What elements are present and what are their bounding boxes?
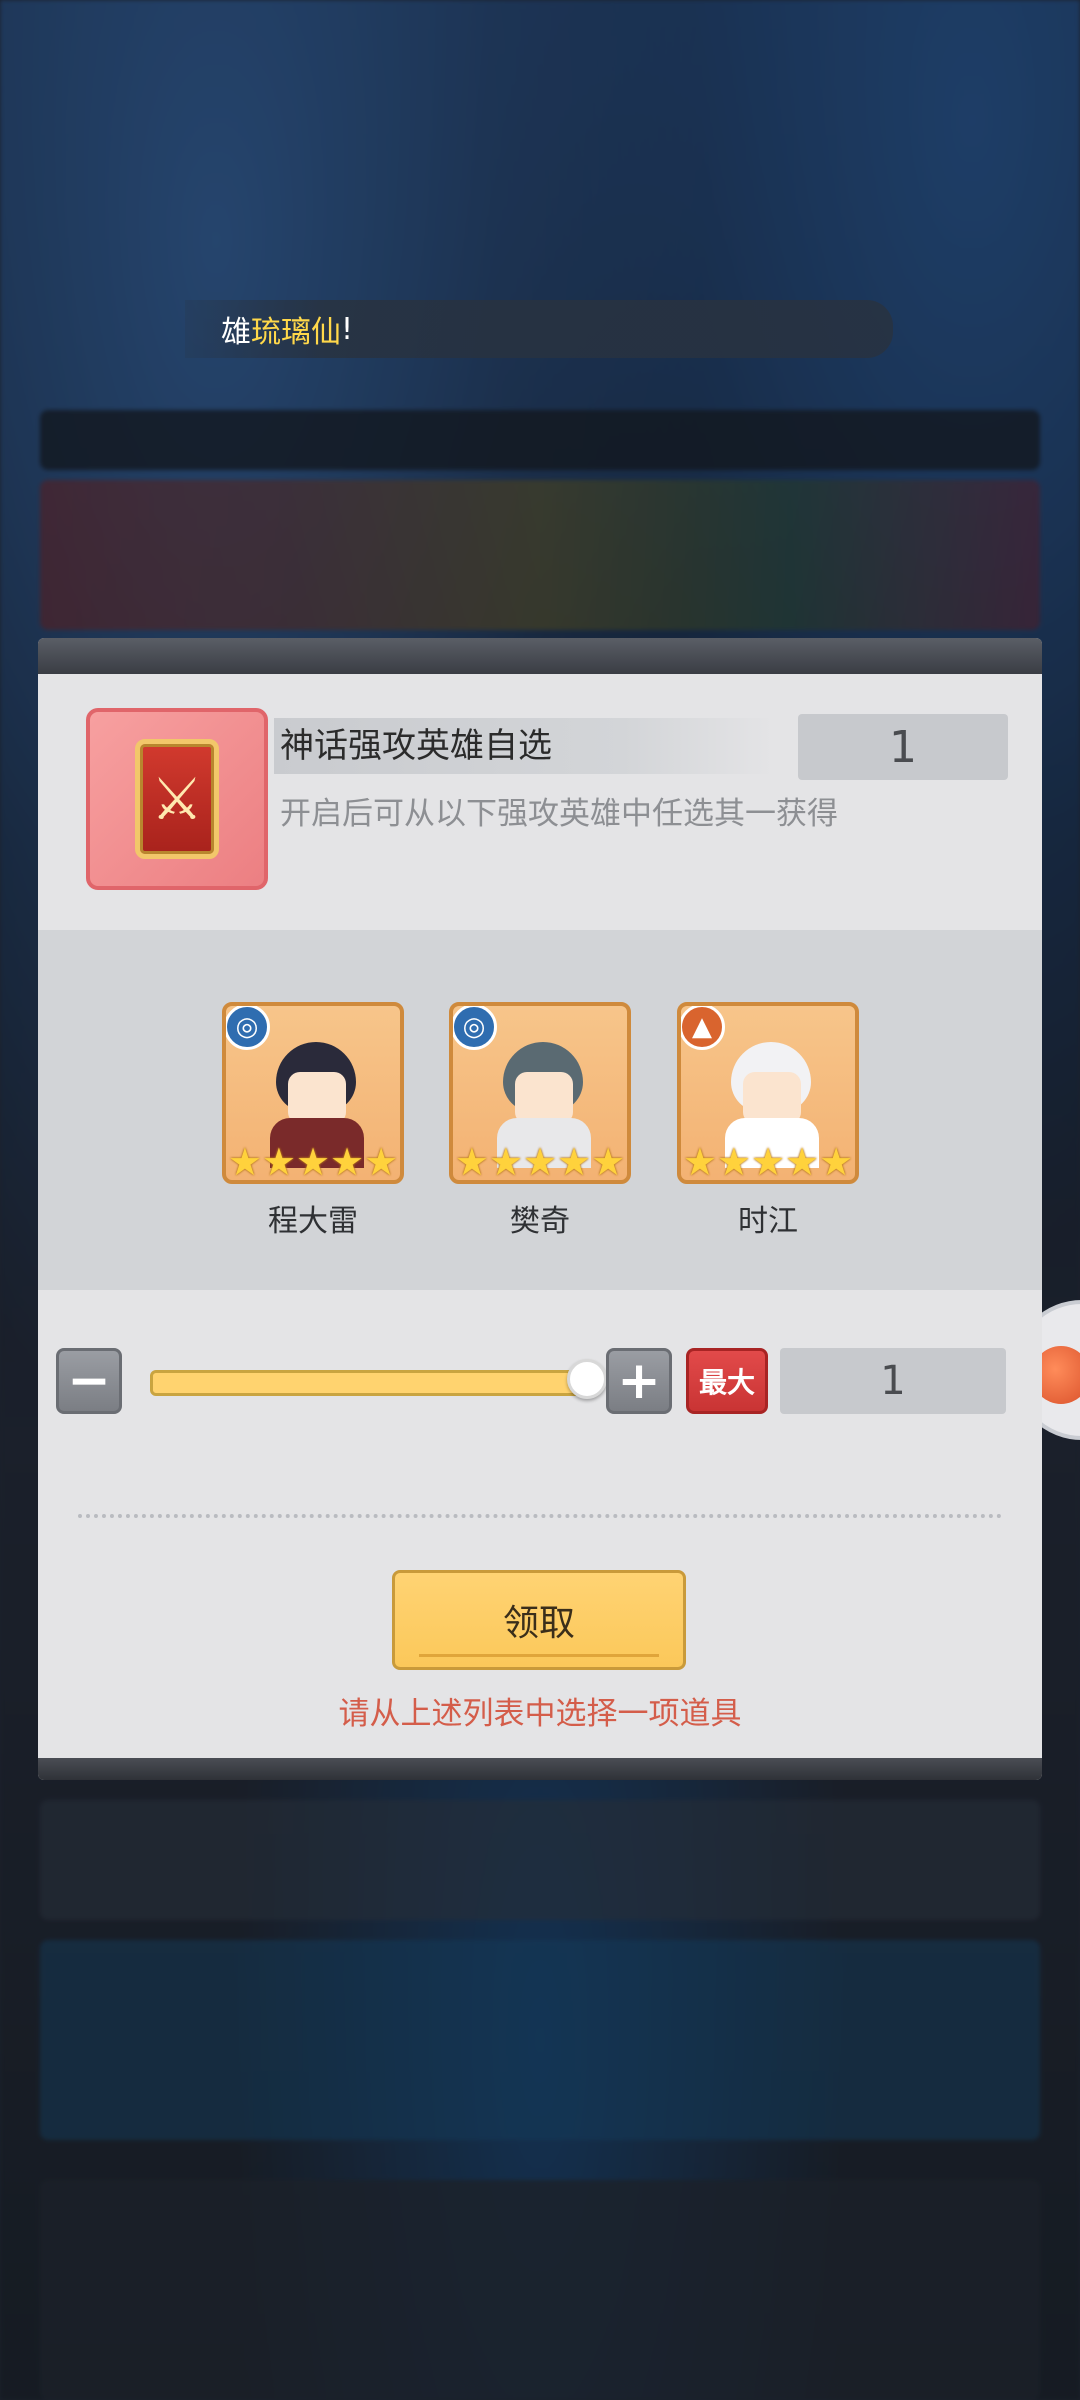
claim-button[interactable]: 领取 (392, 1570, 686, 1670)
divider (78, 1514, 1002, 1518)
quantity-row: − + 最大 1 (38, 1348, 1042, 1418)
claim-button-label: 领取 (502, 1603, 575, 1644)
notice-prefix: 雄 (221, 315, 251, 350)
max-button[interactable]: 最大 (686, 1348, 768, 1414)
star-rating: ★★★★★ (682, 1140, 854, 1184)
star-rating: ★★★★★ (227, 1140, 399, 1184)
item-description: 开启后可从以下强攻英雄中任选其一获得 (280, 796, 838, 832)
notice-suffix: ! (341, 311, 354, 347)
star-rating: ★★★★★ (454, 1140, 626, 1184)
item-count: 1 (798, 714, 1008, 780)
item-icon-frame: ⚔ (86, 708, 268, 890)
notice-highlight: 琉璃仙 (251, 315, 341, 350)
quantity-slider[interactable] (150, 1359, 607, 1399)
sword-card-icon: ⚔ (135, 739, 219, 859)
quantity-value[interactable]: 1 (780, 1348, 1006, 1414)
dialog-bottom-border (38, 1758, 1042, 1780)
selection-hint: 请从上述列表中选择一项道具 (338, 1696, 742, 1732)
button-underline (419, 1654, 659, 1657)
water-element-icon: ◎ (453, 1006, 497, 1050)
broadcast-notice: 雄 琉璃仙 ! (185, 300, 893, 358)
hero-face (743, 1072, 801, 1124)
item-select-dialog: ⚔ 神话强攻英雄自选 1 开启后可从以下强攻英雄中任选其一获得 ◎ ★★★★★ … (38, 638, 1042, 1780)
hero-portrait[interactable]: ▲ ★★★★★ (677, 1002, 859, 1184)
increase-button[interactable]: + (606, 1348, 672, 1414)
item-title: 神话强攻英雄自选 (280, 726, 552, 766)
hero-selection-area: ◎ ★★★★★ 程大雷 ◎ ★★★★★ 樊奇 ▲ ★★★★★ 时江 (38, 930, 1042, 1290)
hero-face (515, 1072, 573, 1124)
hero-portrait[interactable]: ◎ ★★★★★ (449, 1002, 631, 1184)
dialog-top-border (38, 638, 1042, 674)
hero-name: 樊奇 (510, 1204, 570, 1239)
water-element-icon: ◎ (226, 1006, 270, 1050)
slider-handle[interactable] (567, 1359, 607, 1399)
hero-option[interactable]: ▲ ★★★★★ 时江 (677, 1002, 859, 1240)
hero-name: 程大雷 (268, 1204, 358, 1239)
hero-name: 时江 (738, 1204, 798, 1239)
fire-element-icon: ▲ (681, 1006, 725, 1050)
decrease-button[interactable]: − (56, 1348, 122, 1414)
hero-face (288, 1072, 346, 1124)
hero-portrait[interactable]: ◎ ★★★★★ (222, 1002, 404, 1184)
hero-option[interactable]: ◎ ★★★★★ 程大雷 (222, 1002, 404, 1240)
hero-option[interactable]: ◎ ★★★★★ 樊奇 (449, 1002, 631, 1240)
slider-fill (153, 1373, 587, 1393)
